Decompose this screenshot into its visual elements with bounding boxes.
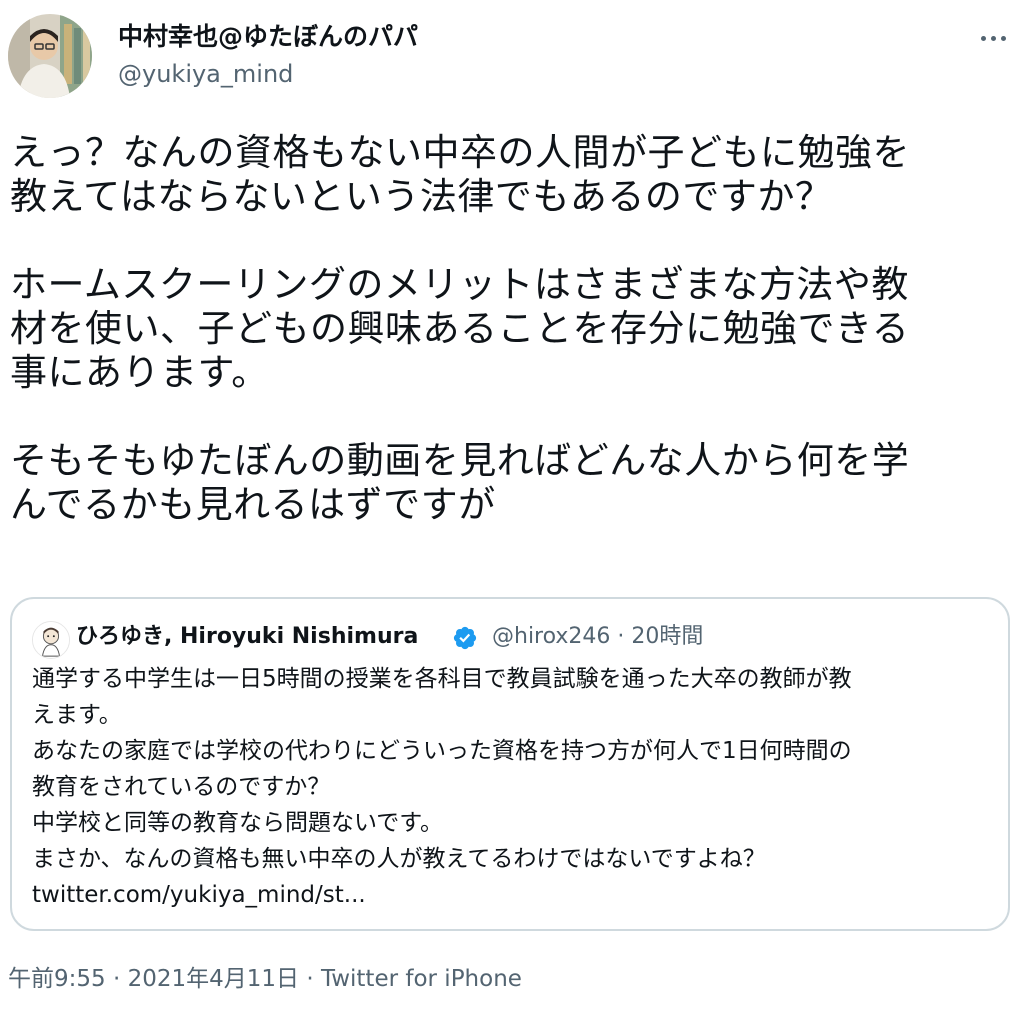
- quoted-tweet-text-line: まさか、なんの資格も無い中卒の人が教えてるわけではないですよね？: [32, 846, 766, 872]
- quoted-tweet-text-line: 通学する中学生は一日5時間の授業を各科目で教員試験を通った大卒の教師が教: [32, 666, 852, 692]
- tweet-timestamp: 午前9:55 · 2021年4月11日 · Twitter for iPhone: [8, 963, 522, 995]
- more-horizontal-icon-dot: [1000, 35, 1006, 41]
- tweet-text-line: んでるかも見れるはずですが: [10, 483, 496, 526]
- tweet-text-line: えっ？なんの資格もない中卒の人間が子どもに勉強を: [10, 131, 910, 174]
- meta-separator: ·: [617, 624, 625, 649]
- tweet-text-line: 事にあります。: [10, 351, 269, 394]
- quoted-tweet-card[interactable]: ひろゆき, Hiroyuki Nishimura @hirox246 · 20時…: [10, 597, 1010, 931]
- tweet-time[interactable]: 午前9:55: [8, 966, 106, 992]
- tweet-text-line: ホームスクーリングのメリットはさまざまな方法や教: [10, 263, 909, 306]
- quoted-tweet-time[interactable]: 20時間: [631, 624, 703, 649]
- tweet-source[interactable]: Twitter for iPhone: [321, 966, 522, 992]
- verified-badge-icon: [452, 625, 478, 651]
- tweet-text-line: そもそもゆたぼんの動画を見ればどんな人から何を学: [10, 439, 910, 482]
- quoted-tweet-text-line: えます。: [32, 702, 122, 728]
- tweet-date[interactable]: 2021年4月11日: [128, 966, 299, 992]
- tweet: 中村幸也@ゆたぼんのパパ @yukiya_mind えっ？なんの資格もない中卒の…: [0, 0, 1024, 1013]
- quoted-tweet-text: 通学する中学生は一日5時間の授業を各科目で教員試験を通った大卒の教師が教 えます…: [32, 661, 992, 913]
- quoted-tweet-text-line: あなたの家庭では学校の代わりにどういった資格を持つ方が何人で1日何時間の: [32, 738, 852, 764]
- quoted-tweet-link[interactable]: twitter.com/yukiya_mind/st...: [32, 877, 992, 913]
- tweet-text: えっ？なんの資格もない中卒の人間が子どもに勉強を 教えてはならないという法律でも…: [10, 131, 1010, 527]
- tweet-text-line: 材を使い、子どもの興味あることを存分に勉強できる: [10, 307, 910, 350]
- meta-separator: ·: [112, 966, 121, 992]
- author-avatar[interactable]: [8, 14, 92, 98]
- meta-separator: ·: [306, 966, 314, 992]
- tweet-text-line: 教えてはならないという法律でもあるのですか？: [10, 175, 833, 218]
- quoted-tweet-text-line: 中学校と同等の教育なら問題ないです。: [32, 810, 444, 836]
- quoted-author-avatar-image: [33, 622, 69, 658]
- author-avatar-image: [8, 14, 92, 98]
- more-horizontal-icon-dot: [990, 35, 996, 41]
- more-horizontal-icon: [980, 35, 986, 41]
- quoted-tweet-meta: @hirox246 · 20時間: [492, 621, 703, 653]
- author-handle[interactable]: @yukiya_mind: [118, 58, 293, 90]
- quoted-tweet-text-line: 教育をされているのですか？: [32, 774, 331, 800]
- quoted-author-handle: @hirox246: [492, 624, 611, 649]
- quoted-author-display-name: ひろゆき, Hiroyuki Nishimura: [76, 624, 419, 649]
- quoted-author-avatar[interactable]: [32, 621, 70, 659]
- author-display-name[interactable]: 中村幸也@ゆたぼんのパパ: [118, 20, 418, 54]
- more-options-button[interactable]: [972, 22, 1014, 54]
